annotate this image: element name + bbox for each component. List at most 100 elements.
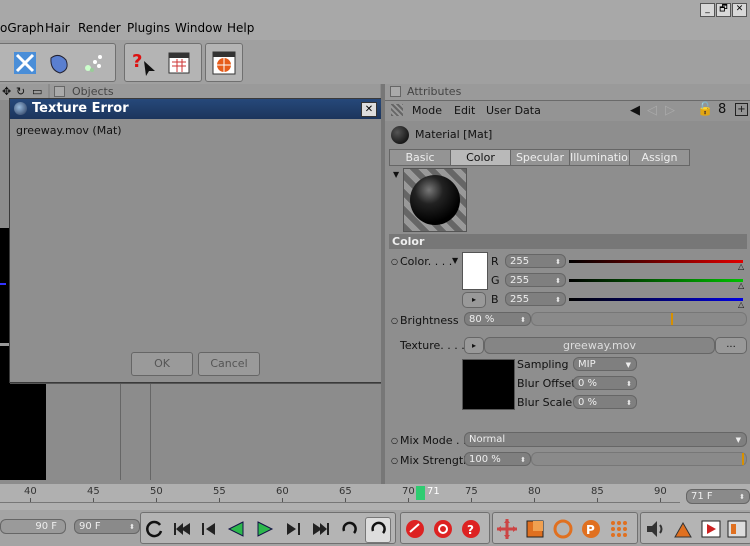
slider-handle-icon[interactable]: △ — [738, 281, 744, 290]
dialog-titlebar[interactable]: Texture Error ✕ — [10, 99, 381, 119]
menu-mode[interactable]: Mode — [412, 104, 442, 117]
menu-render[interactable]: Render — [78, 21, 121, 35]
play-forwards-icon[interactable] — [253, 517, 277, 541]
dialog-close-icon[interactable]: ✕ — [361, 102, 377, 117]
timeline-ruler[interactable]: 40 45 50 55 60 65 70 75 80 85 90 71 71 F ⬍ — [0, 484, 750, 510]
channel-g-field[interactable]: 255 ⬍ — [505, 273, 566, 287]
restore-button[interactable]: 🗗 — [716, 3, 731, 17]
keyframe-dot-icon[interactable]: ○ — [391, 316, 398, 325]
deformer-icon[interactable] — [43, 47, 75, 79]
channel-r-slider[interactable] — [569, 260, 743, 263]
drag-handle-icon[interactable] — [391, 104, 403, 116]
tab-illumination[interactable]: Illumination — [569, 149, 635, 166]
forward-arrow-icon[interactable]: ▷ — [665, 103, 675, 118]
up-arrow-icon[interactable]: ◁ — [647, 103, 657, 118]
mix-strength-slider-handle[interactable] — [742, 453, 744, 465]
help-cursor-icon[interactable]: ? — [127, 47, 159, 79]
channel-r-field[interactable]: 255 ⬍ — [505, 254, 566, 268]
stepper-icon[interactable]: ⬍ — [520, 313, 526, 327]
tab-assign[interactable]: Assign — [629, 149, 690, 166]
minimize-button[interactable]: _ — [700, 3, 715, 17]
stepper-icon[interactable]: ⬍ — [555, 293, 561, 307]
menu-plugins[interactable]: Plugins — [127, 21, 170, 35]
blur-scale-field[interactable]: 0 % ⬍ — [573, 395, 637, 409]
slider-handle-icon[interactable]: △ — [738, 300, 744, 309]
panel-splitter[interactable] — [381, 84, 385, 484]
render-view-icon[interactable] — [699, 517, 723, 541]
go-to-start-icon[interactable] — [170, 517, 194, 541]
loop-back-icon[interactable] — [143, 517, 167, 541]
brightness-slider-handle[interactable] — [671, 313, 673, 325]
stepper-icon[interactable]: ⬍ — [555, 255, 561, 269]
close-button[interactable]: ✕ — [732, 3, 747, 17]
scale-tool-icon[interactable] — [9, 47, 41, 79]
next-key-icon[interactable] — [281, 517, 305, 541]
material-preview[interactable] — [403, 168, 467, 232]
playhead-marker[interactable] — [416, 486, 425, 500]
ok-button[interactable]: OK — [131, 352, 193, 376]
slider-handle-icon[interactable]: △ — [738, 262, 744, 271]
speaker-icon[interactable] — [643, 517, 667, 541]
scale-track-icon[interactable] — [523, 517, 547, 541]
brightness-field[interactable]: 80 % ⬍ — [464, 312, 531, 326]
point-level-track-icon[interactable] — [607, 517, 631, 541]
record-loop-icon[interactable] — [365, 517, 391, 543]
stepper-icon[interactable]: ⬍ — [129, 520, 135, 534]
preview-menu-icon[interactable]: ▼ — [393, 170, 399, 179]
picture-viewer-icon[interactable] — [725, 517, 749, 541]
render-region-icon[interactable] — [671, 517, 695, 541]
keyframe-dot-icon[interactable]: ○ — [391, 257, 398, 266]
keyframe-selection-icon[interactable]: ? — [459, 517, 483, 541]
menu-user-data[interactable]: User Data — [486, 104, 541, 117]
stepper-icon[interactable]: ⬍ — [626, 396, 632, 410]
min-frame-field[interactable]: 90 F — [0, 519, 66, 534]
render-settings-icon[interactable] — [163, 47, 195, 79]
blur-offset-field[interactable]: 0 % ⬍ — [573, 376, 637, 390]
mix-strength-slider[interactable] — [531, 452, 747, 466]
tab-color[interactable]: Color — [450, 149, 511, 166]
previous-key-icon[interactable] — [197, 517, 221, 541]
loop-icon[interactable] — [337, 517, 361, 541]
rotation-track-icon[interactable] — [551, 517, 575, 541]
rotate-view-icon[interactable]: ↻ — [16, 85, 25, 98]
maximize-view-icon[interactable]: ▭ — [32, 85, 42, 98]
particle-icon[interactable] — [77, 47, 109, 79]
texture-browse-button[interactable]: ... — [715, 337, 747, 354]
new-panel-icon[interactable]: + — [735, 103, 748, 116]
menu-edit[interactable]: Edit — [454, 104, 475, 117]
current-frame-field[interactable]: 71 F ⬍ — [686, 489, 750, 504]
channel-b-slider[interactable] — [569, 298, 743, 301]
back-arrow-icon[interactable]: ◀ — [630, 103, 640, 118]
tab-specular[interactable]: Specular — [510, 149, 570, 166]
link-icon[interactable]: 8 — [718, 102, 726, 117]
play-backwards-icon[interactable] — [224, 517, 248, 541]
mix-mode-select[interactable]: Normal ▼ — [464, 432, 747, 447]
keyframe-dot-icon[interactable]: ○ — [391, 436, 398, 445]
panel-toggle-icon[interactable] — [390, 86, 401, 97]
record-keys-icon[interactable] — [403, 517, 427, 541]
menu-window[interactable]: Window — [175, 21, 222, 35]
web-globe-icon[interactable] — [208, 47, 240, 79]
brightness-slider[interactable] — [531, 312, 747, 326]
color-picker-toggle-icon[interactable]: ▸ — [462, 292, 486, 308]
sampling-select[interactable]: MIP ▼ — [573, 357, 637, 371]
menu-help[interactable]: Help — [227, 21, 254, 35]
channel-g-slider[interactable] — [569, 279, 743, 282]
stepper-icon[interactable]: ⬍ — [520, 453, 526, 467]
position-track-icon[interactable] — [495, 517, 519, 541]
texture-file-button[interactable]: greeway.mov — [484, 337, 715, 354]
menu-hair[interactable]: Hair — [45, 21, 70, 35]
channel-b-field[interactable]: 255 ⬍ — [505, 292, 566, 306]
auto-keying-icon[interactable] — [431, 517, 455, 541]
stepper-icon[interactable]: ⬍ — [626, 377, 632, 391]
tab-basic[interactable]: Basic — [389, 149, 451, 166]
stepper-icon[interactable]: ⬍ — [555, 274, 561, 288]
lock-icon[interactable]: 🔓 — [697, 102, 713, 117]
stepper-icon[interactable]: ⬍ — [739, 490, 745, 504]
max-frame-field[interactable]: 90 F ⬍ — [74, 519, 140, 534]
cancel-button[interactable]: Cancel — [198, 352, 260, 376]
panel-toggle-icon[interactable] — [54, 86, 65, 97]
color-dropdown-icon[interactable]: ▼ — [452, 256, 458, 265]
texture-expand-icon[interactable]: ▸ — [464, 337, 484, 354]
keyframe-dot-icon[interactable]: ○ — [391, 456, 398, 465]
